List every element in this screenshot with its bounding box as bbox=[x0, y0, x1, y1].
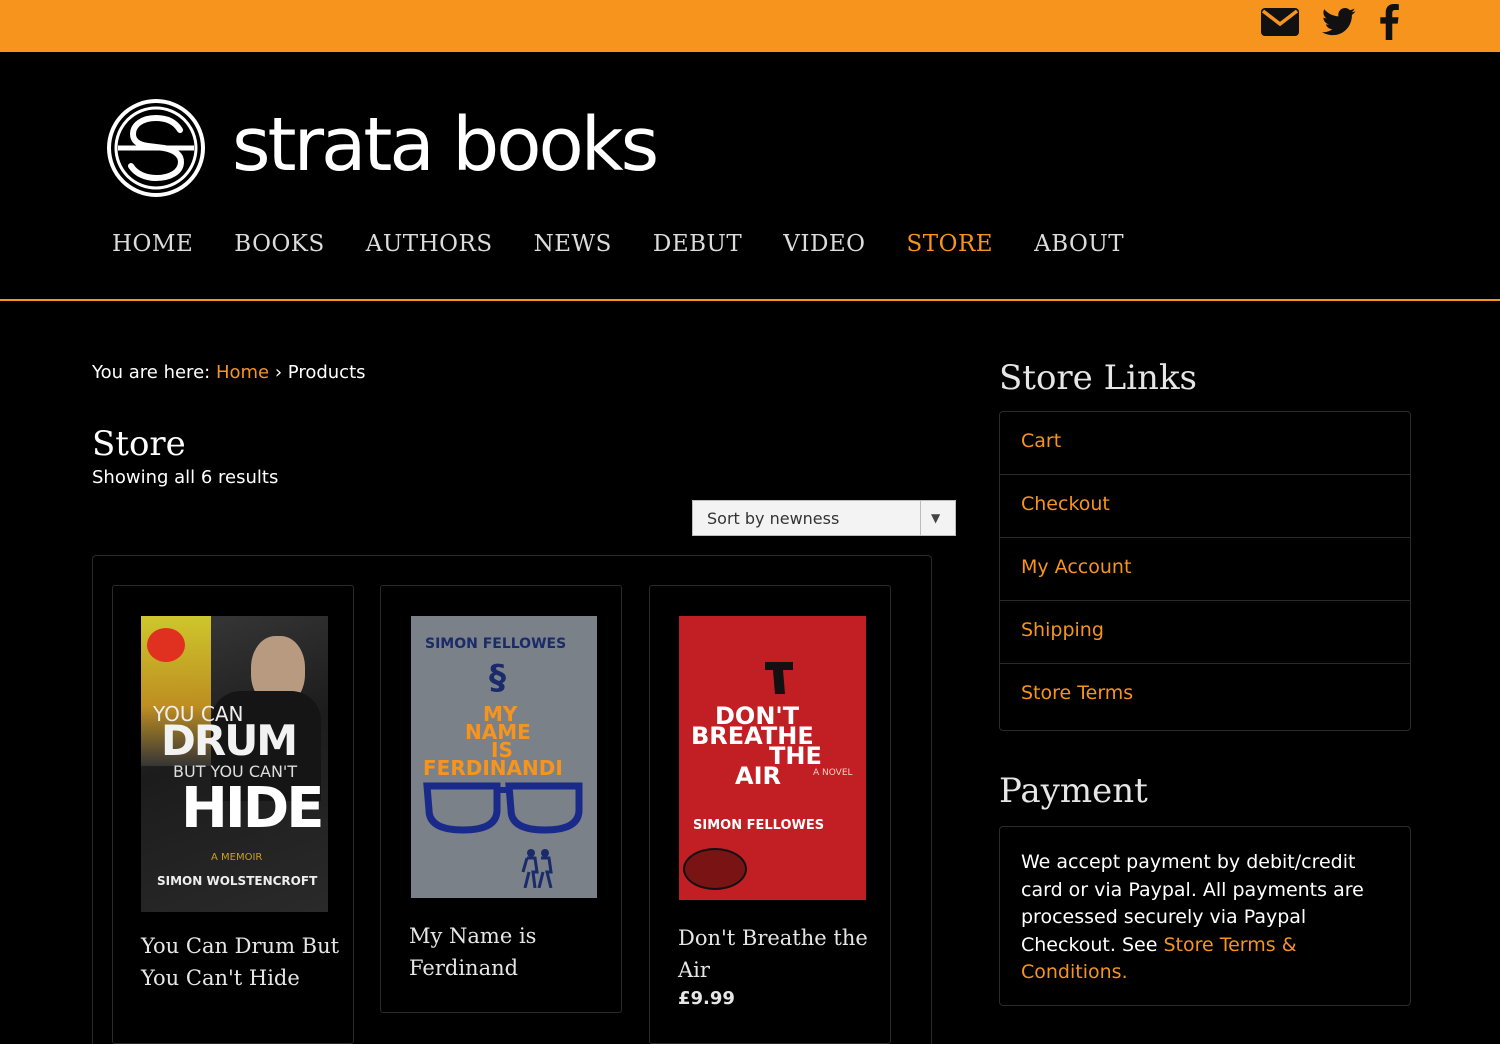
breadcrumb-prefix: You are here: bbox=[92, 362, 211, 383]
product-card[interactable]: DON'T BREATHE THE AIR A NOVEL SIMON FELL… bbox=[649, 585, 891, 1044]
logo-icon[interactable] bbox=[106, 98, 206, 198]
sort-select[interactable]: Sort by newness ▼ bbox=[692, 500, 956, 536]
gun-icon bbox=[765, 662, 793, 694]
brand-name[interactable]: strata books bbox=[232, 100, 659, 190]
nav-store[interactable]: STORE bbox=[907, 228, 994, 260]
cover-author: SIMON FELLOWES bbox=[693, 818, 825, 833]
book-cover[interactable]: YOU CAN DRUM BUT YOU CAN'T HIDE A MEMOIR… bbox=[141, 616, 328, 912]
store-links-heading: Store Links bbox=[999, 358, 1198, 398]
cover-line: DRUM bbox=[161, 716, 298, 765]
breadcrumb-separator: › bbox=[274, 362, 283, 383]
header-divider bbox=[0, 299, 1500, 301]
nav-authors[interactable]: AUTHORS bbox=[366, 228, 493, 260]
facebook-icon[interactable] bbox=[1378, 4, 1400, 44]
cover-author: SIMON FELLOWES bbox=[425, 636, 567, 652]
breadcrumb-current: Products bbox=[287, 362, 366, 383]
product-title[interactable]: You Can Drum But You Can't Hide bbox=[141, 930, 341, 994]
product-title[interactable]: My Name is Ferdinand bbox=[409, 920, 609, 984]
nav-news[interactable]: NEWS bbox=[534, 228, 612, 260]
twitter-icon[interactable] bbox=[1322, 7, 1356, 41]
sort-selected-value: Sort by newness bbox=[707, 509, 840, 528]
cover-subtitle: A NOVEL bbox=[813, 768, 853, 778]
store-link-cart[interactable]: Cart bbox=[1000, 412, 1410, 475]
store-link-my-account[interactable]: My Account bbox=[1000, 538, 1410, 601]
nav-about[interactable]: ABOUT bbox=[1034, 228, 1124, 260]
nav-debut[interactable]: DEBUT bbox=[653, 228, 742, 260]
cover-line: FERDINANDI bbox=[423, 756, 563, 780]
figures-icon bbox=[521, 849, 553, 888]
nav-home[interactable]: HOME bbox=[112, 228, 193, 260]
social-links bbox=[1260, 2, 1400, 46]
store-link-checkout[interactable]: Checkout bbox=[1000, 475, 1410, 538]
cover-line: HIDE bbox=[181, 776, 324, 841]
cover-author: SIMON WOLSTENCROFT bbox=[157, 874, 318, 888]
lips-icon bbox=[683, 848, 747, 890]
breadcrumb: You are here: Home › Products bbox=[92, 362, 366, 383]
cover-subtitle: A MEMOIR bbox=[211, 852, 263, 863]
store-link-shipping[interactable]: Shipping bbox=[1000, 601, 1410, 664]
product-price: £9.99 bbox=[678, 988, 735, 1009]
payment-box: We accept payment by debit/credit card o… bbox=[999, 826, 1411, 1006]
breadcrumb-home-link[interactable]: Home bbox=[216, 362, 269, 383]
store-link-store-terms[interactable]: Store Terms bbox=[1000, 664, 1410, 727]
book-cover[interactable]: SIMON FELLOWES § MY NAME IS FERDINANDI bbox=[411, 616, 597, 898]
book-cover[interactable]: DON'T BREATHE THE AIR A NOVEL SIMON FELL… bbox=[679, 616, 866, 900]
glasses-icon bbox=[423, 782, 583, 834]
store-links-list: Cart Checkout My Account Shipping Store … bbox=[999, 411, 1411, 731]
product-title[interactable]: Don't Breathe the Air bbox=[678, 922, 878, 986]
page-title: Store bbox=[92, 424, 186, 464]
main-nav: HOME BOOKS AUTHORS NEWS DEBUT VIDEO STOR… bbox=[112, 228, 1165, 260]
result-count: Showing all 6 results bbox=[92, 467, 279, 488]
payment-heading: Payment bbox=[999, 771, 1148, 811]
envelope-icon[interactable] bbox=[1260, 7, 1300, 41]
snake-icon: § bbox=[489, 658, 506, 698]
nav-video[interactable]: VIDEO bbox=[783, 228, 865, 260]
chevron-down-icon[interactable]: ▼ bbox=[931, 511, 940, 525]
top-bar bbox=[0, 0, 1500, 52]
cover-line: AIR bbox=[735, 762, 781, 790]
product-card[interactable]: SIMON FELLOWES § MY NAME IS FERDINANDI M… bbox=[380, 585, 622, 1013]
payment-text: We accept payment by debit/credit card o… bbox=[1021, 849, 1391, 987]
nav-books[interactable]: BOOKS bbox=[234, 228, 324, 260]
product-card[interactable]: YOU CAN DRUM BUT YOU CAN'T HIDE A MEMOIR… bbox=[112, 585, 354, 1044]
sort-divider bbox=[920, 501, 921, 535]
